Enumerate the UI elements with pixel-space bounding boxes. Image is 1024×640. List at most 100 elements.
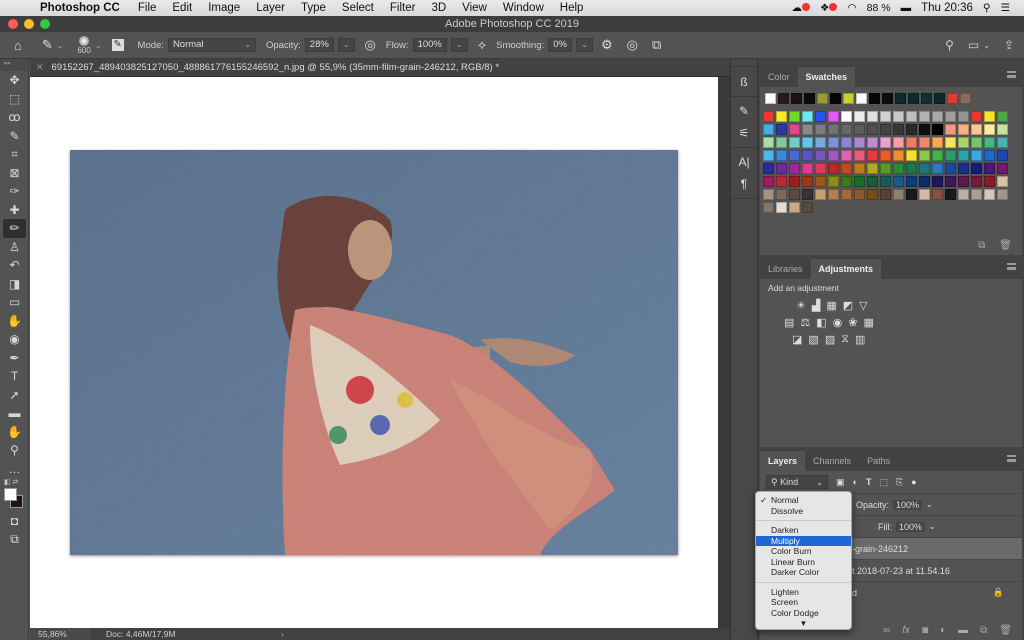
swatch[interactable]: [958, 163, 969, 174]
swatch[interactable]: [789, 124, 800, 135]
vibrance-icon[interactable]: ▽: [859, 299, 867, 312]
swatch[interactable]: [776, 176, 787, 187]
menu-image[interactable]: Image: [200, 2, 248, 14]
swatch[interactable]: [958, 150, 969, 161]
swatch[interactable]: [945, 150, 956, 161]
clock[interactable]: Thu 20:36: [921, 2, 973, 14]
swatch[interactable]: [854, 176, 865, 187]
swatch[interactable]: [804, 93, 815, 104]
link-layers-icon[interactable]: ∞: [883, 625, 890, 636]
swatch[interactable]: [867, 137, 878, 148]
swatch[interactable]: [854, 124, 865, 135]
panel-menu-icon[interactable]: [1007, 263, 1016, 270]
default-colors-icon[interactable]: ◧ ⇄: [4, 478, 18, 486]
blur-tool-icon[interactable]: ✋: [0, 312, 29, 331]
zoom-level[interactable]: 55,86%: [30, 628, 90, 640]
workspace-icon[interactable]: ▭: [968, 38, 979, 52]
filter-pixel-icon[interactable]: ▣: [836, 477, 845, 488]
swatch[interactable]: [893, 137, 904, 148]
swatch[interactable]: [893, 150, 904, 161]
filter-smart-object-icon[interactable]: ⎘: [896, 477, 903, 488]
swatch[interactable]: [906, 189, 917, 200]
swatch[interactable]: [869, 93, 880, 104]
blend-mode-option[interactable]: Darken: [756, 525, 851, 536]
levels-icon[interactable]: ▟: [812, 299, 820, 312]
swatch[interactable]: [893, 124, 904, 135]
swatch[interactable]: [997, 163, 1008, 174]
chevron-down-icon[interactable]: ⌄: [926, 500, 933, 509]
menu-view[interactable]: View: [454, 2, 495, 14]
tab-swatches[interactable]: Swatches: [797, 67, 856, 87]
swatch[interactable]: [984, 111, 995, 122]
swatch[interactable]: [802, 150, 813, 161]
close-document-icon[interactable]: ✕: [36, 62, 44, 73]
blend-mode-option[interactable]: ✓ Normal: [756, 495, 851, 506]
blend-mode-option[interactable]: Color Dodge: [756, 608, 851, 619]
swatch[interactable]: [828, 111, 839, 122]
exposure-icon[interactable]: ◩: [843, 299, 853, 312]
swatch[interactable]: [843, 93, 854, 104]
swatch[interactable]: [971, 150, 982, 161]
swatch[interactable]: [919, 111, 930, 122]
swatch[interactable]: [867, 111, 878, 122]
menu-layer[interactable]: Layer: [248, 2, 293, 14]
swatch[interactable]: [763, 111, 774, 122]
swatch[interactable]: [854, 189, 865, 200]
chevron-down-icon[interactable]: ⌄: [983, 41, 990, 50]
swatch[interactable]: [932, 111, 943, 122]
swatch[interactable]: [958, 137, 969, 148]
swatch[interactable]: [945, 137, 956, 148]
dodge-tool-icon[interactable]: ◉: [0, 330, 29, 349]
swatch[interactable]: [776, 163, 787, 174]
path-select-tool-icon[interactable]: ➚: [0, 386, 29, 405]
swatch[interactable]: [828, 150, 839, 161]
delete-layer-icon[interactable]: 🗑: [999, 625, 1012, 636]
hand-tool-icon[interactable]: ✋: [0, 423, 29, 442]
swatch[interactable]: [919, 150, 930, 161]
swatch[interactable]: [906, 137, 917, 148]
swatch[interactable]: [867, 150, 878, 161]
tab-paths[interactable]: Paths: [859, 451, 898, 471]
clone-stamp-tool-icon[interactable]: ♙: [0, 238, 29, 257]
swatch[interactable]: [945, 124, 956, 135]
swatch[interactable]: [919, 189, 930, 200]
swatch[interactable]: [932, 150, 943, 161]
dock-grip[interactable]: [731, 59, 757, 67]
swatch[interactable]: [789, 137, 800, 148]
blend-mode-option[interactable]: Color Burn: [756, 546, 851, 557]
swatch[interactable]: [841, 163, 852, 174]
smoothing-dropdown[interactable]: ⌄: [576, 38, 593, 52]
swatch[interactable]: [947, 93, 958, 104]
swatch[interactable]: [945, 189, 956, 200]
layer-style-icon[interactable]: fx: [902, 625, 910, 636]
swatch[interactable]: [789, 202, 800, 213]
menu-file[interactable]: File: [130, 2, 165, 14]
swatch[interactable]: [763, 137, 774, 148]
opacity-input[interactable]: 28%: [304, 38, 334, 52]
gradient-map-icon[interactable]: ▥: [855, 333, 865, 346]
crop-tool-icon[interactable]: ⌗: [0, 145, 29, 164]
history-brush-tool-icon[interactable]: ↶: [0, 256, 29, 275]
zoom-tool-icon[interactable]: ⚲: [0, 441, 29, 460]
channel-mixer-icon[interactable]: ❀: [848, 316, 857, 329]
swatch[interactable]: [828, 163, 839, 174]
swatch[interactable]: [776, 111, 787, 122]
swatch[interactable]: [906, 163, 917, 174]
swatch[interactable]: [841, 176, 852, 187]
symmetry-icon[interactable]: ⧉: [652, 37, 661, 53]
swatch[interactable]: [802, 189, 813, 200]
swatch[interactable]: [971, 124, 982, 135]
tab-adjustments[interactable]: Adjustments: [810, 259, 882, 279]
chevron-down-icon[interactable]: ⌄: [929, 522, 936, 531]
swatch[interactable]: [776, 202, 787, 213]
lasso-tool-icon[interactable]: ꝏ: [0, 108, 29, 127]
canvas[interactable]: [30, 77, 718, 628]
swatch[interactable]: [815, 176, 826, 187]
swatch[interactable]: [945, 163, 956, 174]
swatch[interactable]: [919, 163, 930, 174]
swatch[interactable]: [893, 176, 904, 187]
swatch[interactable]: [893, 163, 904, 174]
swatch[interactable]: [908, 93, 919, 104]
chevron-down-icon[interactable]: ⌄: [57, 41, 64, 50]
history-panel-icon[interactable]: ß: [731, 71, 757, 93]
